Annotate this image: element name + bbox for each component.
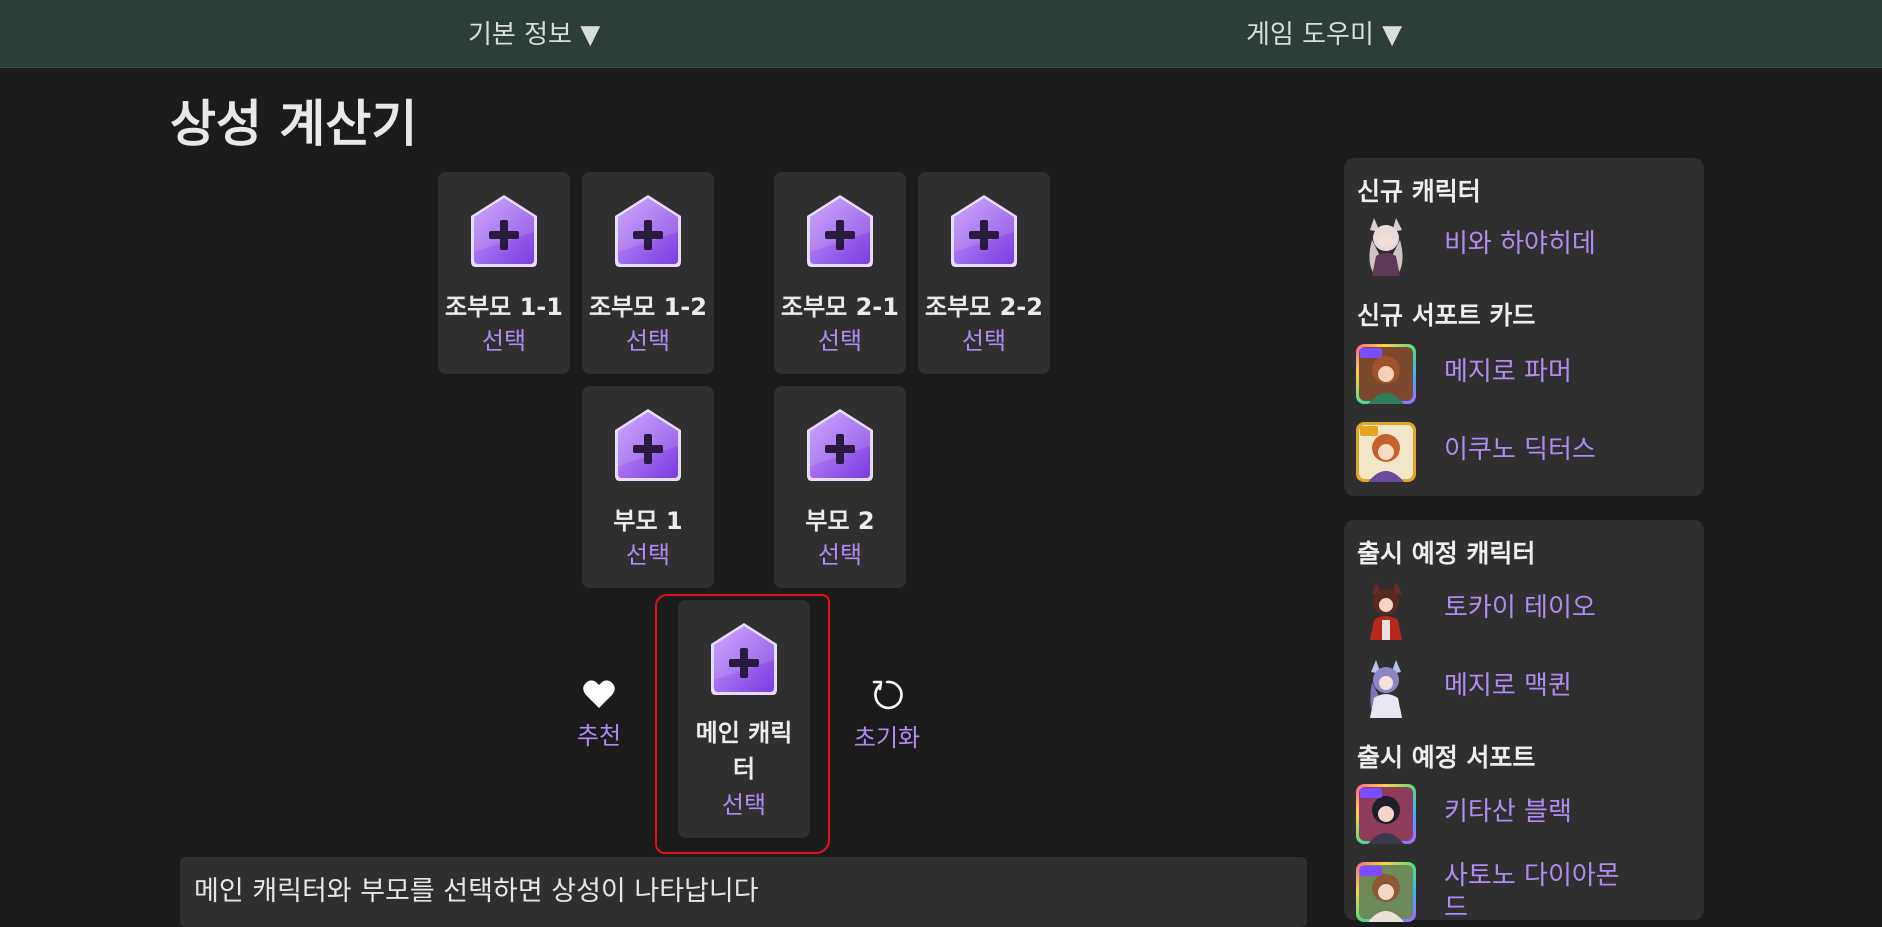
support-card-thumbnail (1356, 784, 1416, 844)
upcoming-releases-panel: 출시 예정 캐릭터 토카이 테이오 메지로 맥퀸 출시 예정 서포트 키타산 블… (1344, 520, 1704, 923)
upcoming-support-entry[interactable]: 키타산 블랙 (1356, 784, 1686, 848)
support-card-name: 키타산 블랙 (1444, 797, 1572, 827)
support-card-name: 이쿠노 딕터스 (1444, 435, 1596, 465)
add-icon (468, 192, 540, 270)
slot-label: 조부모 2-1 (781, 293, 899, 321)
slot-label: 조부모 2-2 (925, 293, 1043, 321)
add-icon (612, 406, 684, 484)
support-card-thumbnail (1356, 862, 1416, 922)
character-portrait (1356, 580, 1416, 640)
slot-parent-2[interactable]: 부모 2 선택 (774, 386, 906, 588)
top-navigation: 기본 정보 ▼ 게임 도우미 ▼ (0, 0, 1882, 68)
support-card-name-line-1: 사토노 다이아몬 (1444, 861, 1620, 891)
slot-label: 조부모 1-1 (445, 293, 563, 321)
upcoming-support-entry[interactable]: 사토노 다이아몬 드 (1356, 861, 1686, 926)
refresh-icon (872, 680, 903, 710)
nav-basic-info[interactable]: 기본 정보 ▼ (468, 14, 600, 51)
support-card-thumbnail (1356, 344, 1416, 404)
nav-game-helper[interactable]: 게임 도우미 ▼ (1246, 14, 1402, 51)
reset-button[interactable]: 초기화 (842, 678, 932, 753)
upcoming-support-heading: 출시 예정 서포트 (1357, 743, 1536, 772)
character-name: 토카이 테이오 (1444, 593, 1596, 623)
slot-select-link[interactable]: 선택 (774, 538, 906, 572)
new-support-entry[interactable]: 메지로 파머 (1356, 344, 1686, 408)
character-name: 비와 하야히데 (1444, 229, 1596, 259)
support-card-name-line-2: 드 (1444, 893, 1468, 923)
slot-select-link[interactable]: 선택 (774, 324, 906, 358)
selection-highlight (655, 594, 830, 854)
slot-select-link[interactable]: 선택 (582, 538, 714, 572)
slot-label: 부모 1 (613, 507, 683, 535)
slot-grandparent-2-1[interactable]: 조부모 2-1 선택 (774, 172, 906, 374)
recommend-label: 추천 (576, 722, 622, 750)
new-support-entry[interactable]: 이쿠노 딕터스 (1356, 422, 1686, 486)
slot-select-link[interactable]: 선택 (582, 324, 714, 358)
new-support-heading: 신규 서포트 카드 (1357, 301, 1536, 330)
character-portrait (1356, 658, 1416, 718)
slot-grandparent-1-2[interactable]: 조부모 1-2 선택 (582, 172, 714, 374)
slot-parent-1[interactable]: 부모 1 선택 (582, 386, 714, 588)
slot-grandparent-1-1[interactable]: 조부모 1-1 선택 (438, 172, 570, 374)
slot-grandparent-2-2[interactable]: 조부모 2-2 선택 (918, 172, 1050, 374)
add-icon (612, 192, 684, 270)
affinity-info-bar: 메인 캐릭터와 부모를 선택하면 상성이 나타납니다 (180, 857, 1307, 927)
new-releases-panel: 신규 캐릭터 비와 하야히데 신규 서포트 카드 메지로 파머 이쿠노 딕터스 (1344, 158, 1704, 496)
slot-select-link[interactable]: 선택 (438, 324, 570, 358)
add-icon (804, 406, 876, 484)
affinity-info-text: 메인 캐릭터와 부모를 선택하면 상성이 나타납니다 (194, 876, 759, 907)
slot-select-link[interactable]: 선택 (918, 324, 1050, 358)
heart-icon (583, 680, 615, 708)
page-title: 상성 계산기 (170, 95, 418, 153)
new-characters-heading: 신규 캐릭터 (1357, 177, 1481, 206)
add-icon (804, 192, 876, 270)
support-card-name: 메지로 파머 (1444, 357, 1572, 387)
upcoming-characters-heading: 출시 예정 캐릭터 (1357, 539, 1536, 568)
recommend-button[interactable]: 추천 (554, 678, 644, 751)
slot-label: 부모 2 (805, 507, 875, 535)
upcoming-character-entry[interactable]: 토카이 테이오 (1356, 580, 1686, 644)
support-card-thumbnail (1356, 422, 1416, 482)
reset-label: 초기화 (853, 724, 921, 752)
new-character-entry[interactable]: 비와 하야히데 (1356, 216, 1686, 280)
character-portrait (1356, 216, 1416, 276)
slot-label: 조부모 1-2 (589, 293, 707, 321)
upcoming-character-entry[interactable]: 메지로 맥퀸 (1356, 658, 1686, 722)
add-icon (948, 192, 1020, 270)
character-name: 메지로 맥퀸 (1444, 671, 1572, 701)
